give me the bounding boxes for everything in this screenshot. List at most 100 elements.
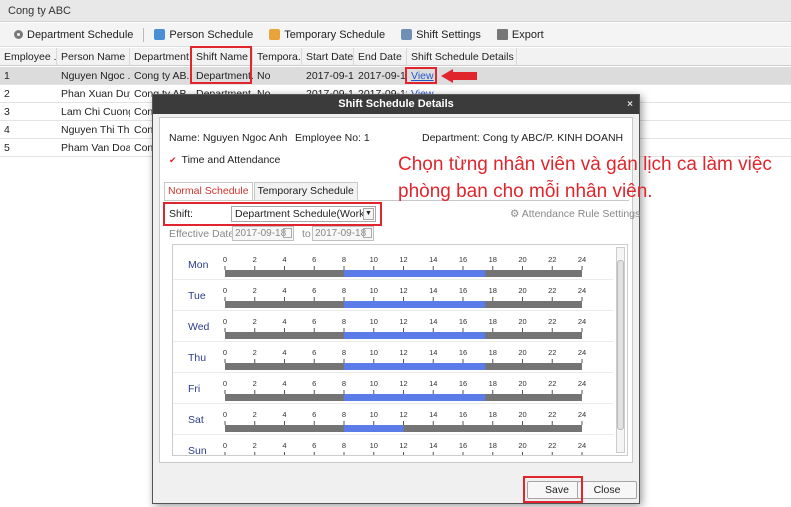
tick-label: 2 [253,255,257,264]
day-timeline[interactable]: 0 2 4 6 8 10 12 14 16 18 20 22 24 [221,313,586,341]
tick-label: 10 [370,317,378,326]
schedule-tabs: Normal Schedule Temporary Schedule [164,182,359,200]
work-time-bar[interactable] [344,270,486,277]
tick-label: 12 [399,317,407,326]
cell-temporary: No [257,70,271,82]
tick-label: 24 [578,317,586,326]
tick-label: 12 [399,441,407,450]
employee-no-text: Employee No: 1 [295,132,370,144]
calendar-icon[interactable] [363,228,372,238]
work-time-bar[interactable] [344,332,486,339]
tick-label: 24 [578,441,586,450]
tick-label: 16 [459,255,467,264]
tick-label: 10 [370,286,378,295]
tick-label: 20 [518,441,526,450]
work-time-bar[interactable] [344,363,486,370]
column-header-person-name[interactable]: Person Name [57,48,130,66]
tick-label: 2 [253,317,257,326]
export-button[interactable]: Export [496,29,544,41]
day-timeline[interactable]: 0 2 4 6 8 10 12 14 16 18 20 22 24 [221,437,586,456]
day-timeline[interactable]: 0 2 4 6 8 10 12 14 16 18 20 22 24 [221,251,586,279]
column-header-start-date[interactable]: Start Date [302,48,354,66]
calendar-icon[interactable] [283,228,292,238]
export-icon [496,29,508,40]
shift-settings-button[interactable]: Shift Settings [401,29,481,41]
day-timeline[interactable]: 0 2 4 6 8 10 12 14 16 18 20 22 24 [221,282,586,310]
tab-normal-schedule[interactable]: Normal Schedule [164,182,253,200]
day-row-thu: Thu 0 2 4 6 8 10 12 14 16 18 20 22 24 [173,342,613,373]
column-header-temporary[interactable]: Tempora... [253,48,302,66]
day-timeline[interactable]: 0 2 4 6 8 10 12 14 16 18 20 22 24 [221,344,586,372]
tick-label: 24 [578,410,586,419]
toolbar: Department Schedule Person Schedule Temp… [0,23,791,47]
effective-date-from[interactable]: 2017-09-18 [232,226,294,241]
tick-label: 2 [253,410,257,419]
effective-date-to[interactable]: 2017-09-18 [312,226,374,241]
tick-label: 14 [429,317,437,326]
tick-label: 0 [223,410,227,419]
window-title-bar: Cong ty ABC [0,0,791,22]
time-attendance-checkbox[interactable]: ✔ Time and Attendance [169,154,280,166]
tab-temporary-schedule[interactable]: Temporary Schedule [253,182,358,200]
tick-label: 0 [223,441,227,450]
column-header-department[interactable]: Department [130,48,192,66]
day-row-sat: Sat 0 2 4 6 8 10 12 14 16 18 20 22 24 [173,404,613,435]
cell-department: Cong ty AB... [134,70,192,82]
close-button[interactable]: Close [577,481,637,499]
tick-label: 6 [312,317,316,326]
tick-label: 10 [370,379,378,388]
work-time-bar[interactable] [344,394,486,401]
tick-label: 22 [548,441,556,450]
attendance-rule-settings-button[interactable]: ⚙ Attendance Rule Settings [510,208,640,220]
column-header-employee[interactable]: Employee ... [0,48,57,66]
shift-name-highlight [190,46,252,84]
table-row[interactable]: 1 Nguyen Ngoc ... Cong ty AB... Departme… [0,67,791,85]
work-time-bar[interactable] [344,301,486,308]
shift-settings-icon [401,29,413,40]
effective-date-label: Effective Date: [169,228,238,240]
temporary-schedule-button[interactable]: Temporary Schedule [269,29,385,41]
tick-label: 20 [518,317,526,326]
tick-label: 8 [342,348,346,357]
tick-label: 12 [399,410,407,419]
tick-label: 4 [282,410,286,419]
tick-label: 12 [399,348,407,357]
tick-label: 24 [578,255,586,264]
day-row-mon: Mon 0 2 4 6 8 10 12 14 16 18 20 22 24 [173,249,613,280]
tick-label: 8 [342,410,346,419]
date-to-value: 2017-09-18 [315,228,367,239]
dialog-footer: Save Close [153,476,639,504]
tick-label: 22 [548,286,556,295]
table-header: Employee ... Person Name Department Shif… [0,48,791,66]
tick-label: 16 [459,410,467,419]
day-label: Thu [188,352,207,364]
column-header-end-date[interactable]: End Date [354,48,407,66]
tick-label: 24 [578,286,586,295]
cell-employee-no: 1 [4,70,10,82]
day-timeline[interactable]: 0 2 4 6 8 10 12 14 16 18 20 22 24 [221,406,586,434]
person-schedule-icon [154,29,166,40]
work-time-bar[interactable] [344,425,404,432]
day-timeline[interactable]: 0 2 4 6 8 10 12 14 16 18 20 22 24 [221,375,586,403]
tick-label: 6 [312,348,316,357]
toolbar-separator [143,27,145,42]
tick-label: 6 [312,286,316,295]
tick-label: 12 [399,255,407,264]
tick-label: 4 [282,348,286,357]
department-schedule-label: Department Schedule [27,28,134,41]
instruction-annotation: Chọn từng nhân viên và gán lịch ca làm v… [398,154,772,202]
cell-person-name: Lam Chi Cuong [61,106,130,118]
day-label: Sat [188,414,204,426]
tick-label: 22 [548,379,556,388]
tick-label: 2 [253,286,257,295]
column-header-shift-details[interactable]: Shift Schedule Details [407,48,517,66]
person-schedule-button[interactable]: Person Schedule [154,29,253,41]
close-icon[interactable]: × [627,95,633,114]
scrollbar-thumb[interactable] [617,260,624,430]
department-schedule-button[interactable]: Department Schedule [14,29,133,41]
tick-label: 18 [489,255,497,264]
person-schedule-label: Person Schedule [169,28,254,41]
scrollbar[interactable] [616,247,625,453]
tick-label: 22 [548,348,556,357]
tick-label: 20 [518,348,526,357]
